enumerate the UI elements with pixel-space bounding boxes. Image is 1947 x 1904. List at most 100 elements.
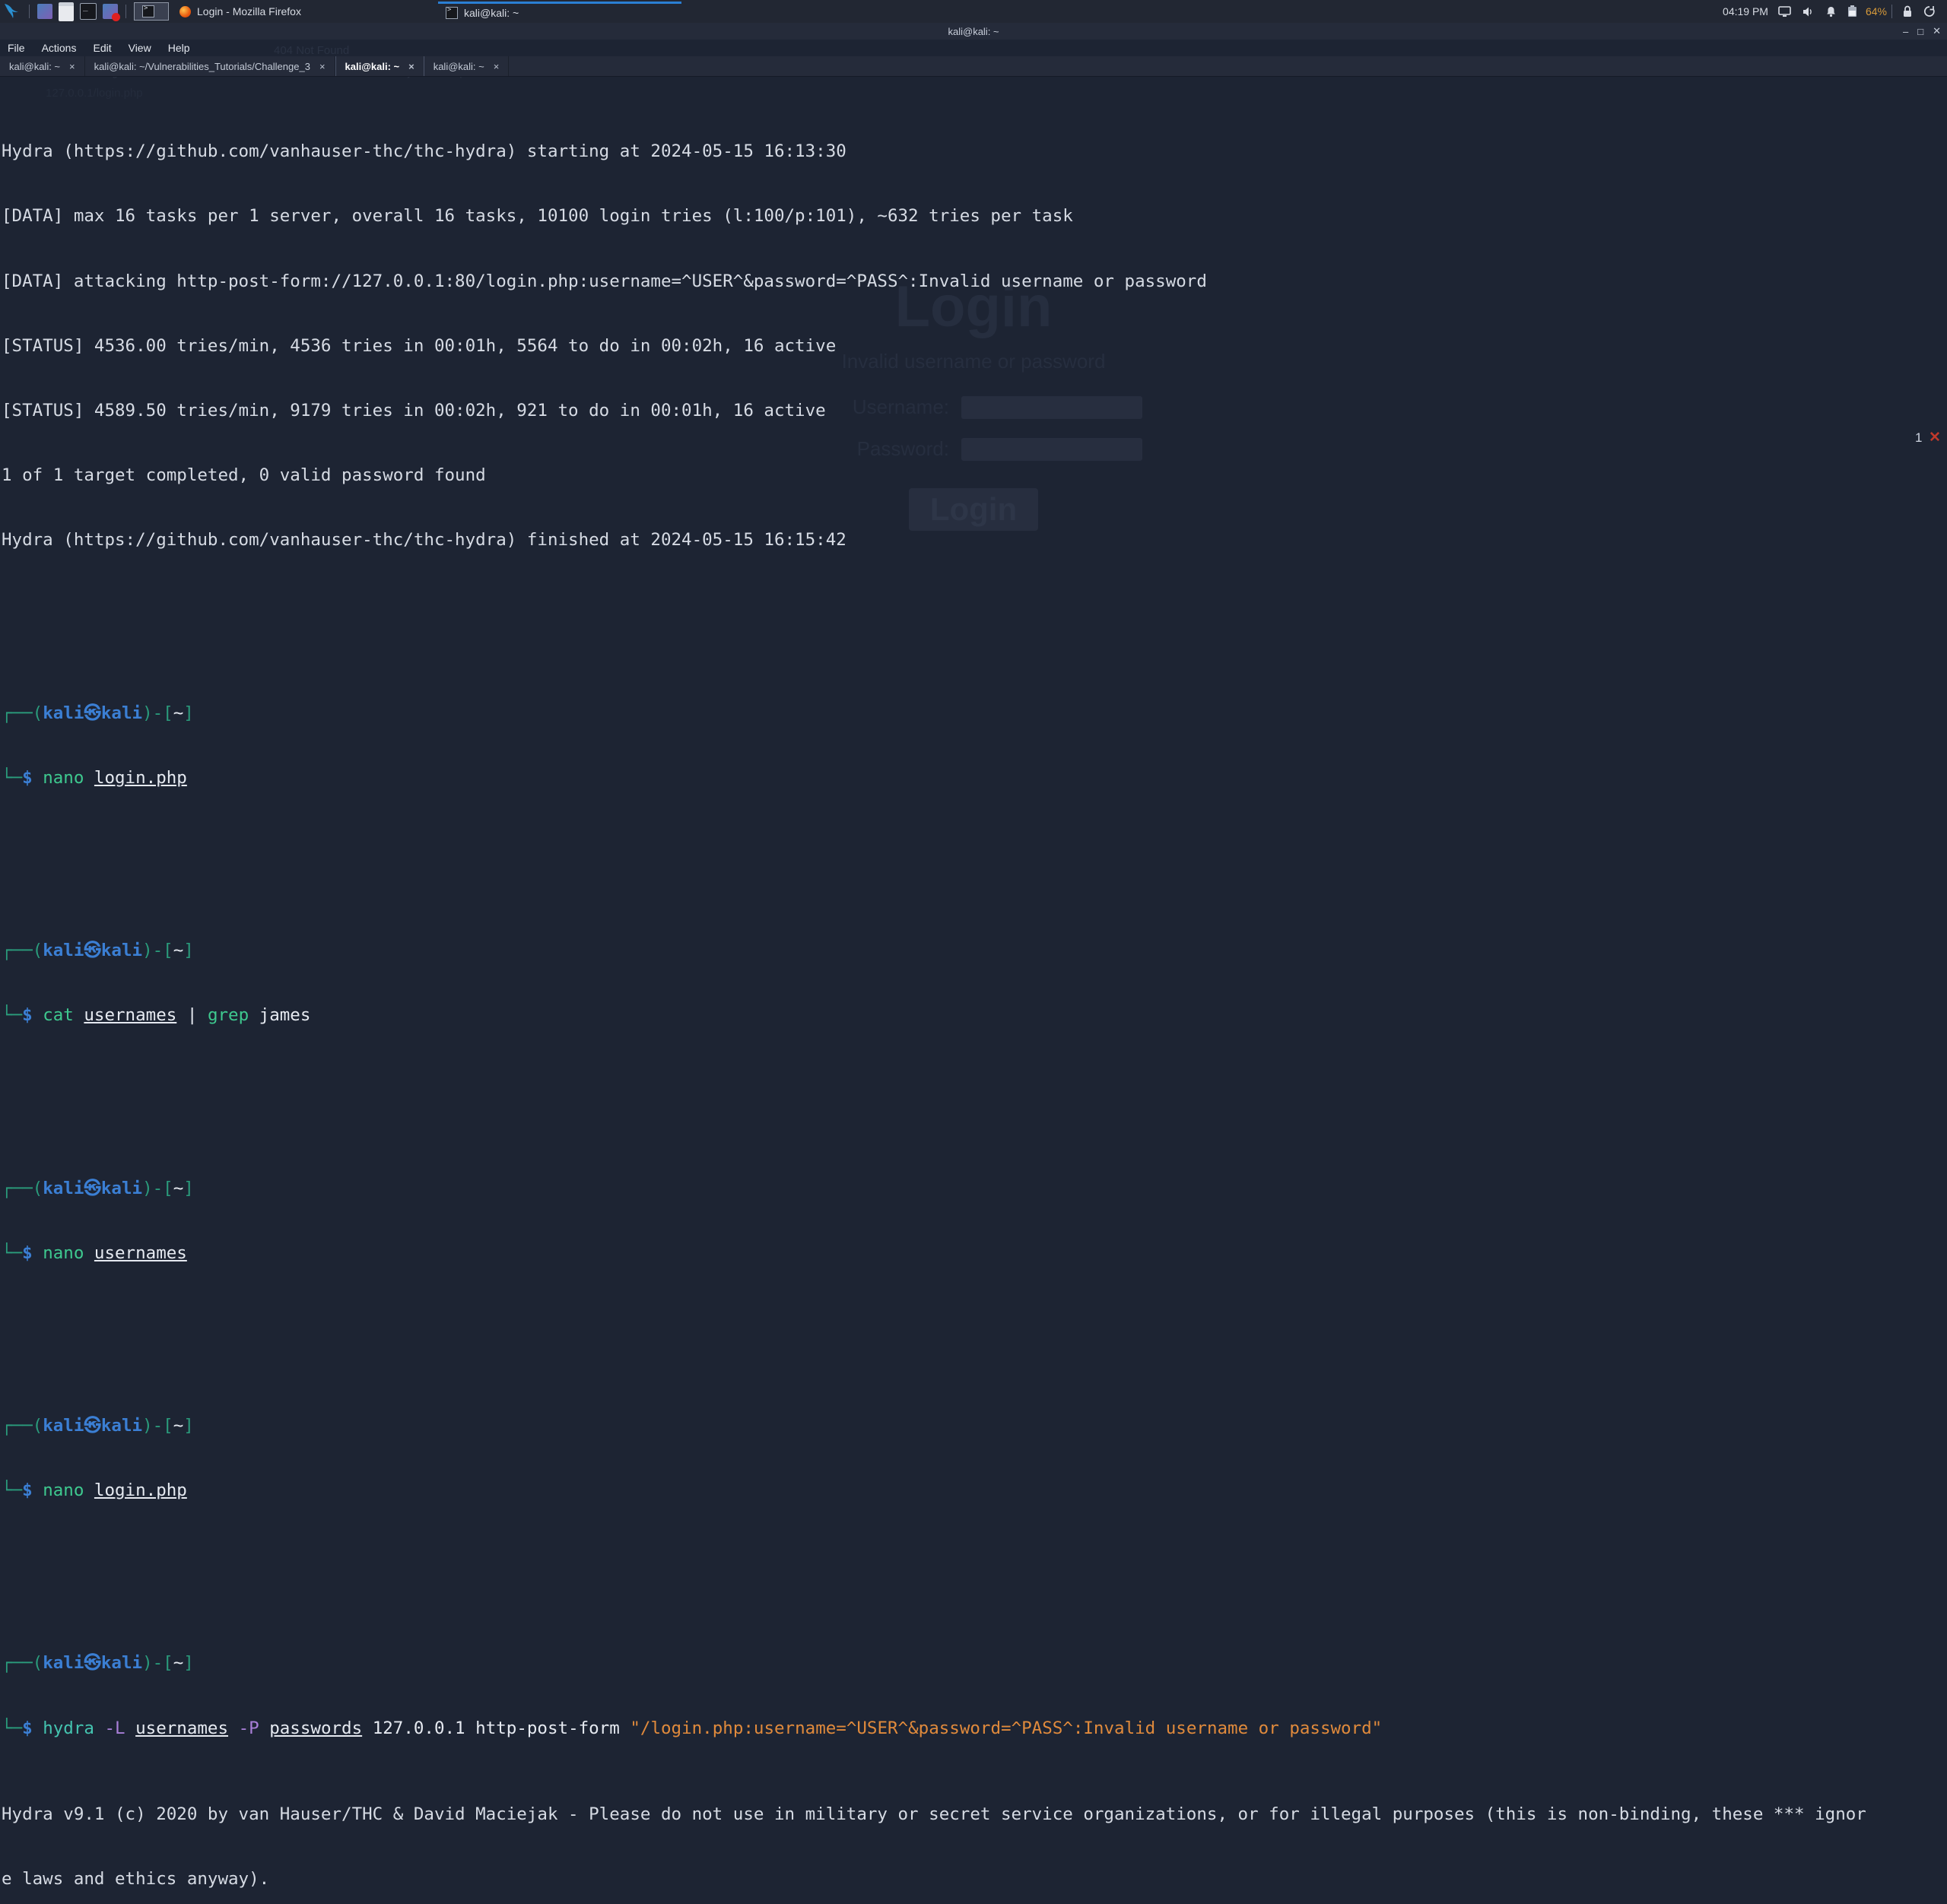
- command-line-hydra: └─$ hydra -L usernames -P passwords 127.…: [2, 1718, 1383, 1738]
- command-arg: usernames: [94, 1242, 187, 1263]
- tab-label: kali@kali: ~: [9, 60, 61, 72]
- command-name: cat: [43, 1005, 74, 1026]
- prompt-host: kali: [100, 1415, 143, 1436]
- taskbar-item-firefox[interactable]: Login - Mozilla Firefox: [172, 2, 438, 21]
- bell-icon[interactable]: [1825, 6, 1837, 17]
- prompt-user: kali: [43, 1653, 84, 1674]
- prompt-user: kali: [43, 703, 84, 723]
- output-line: Hydra (https://github.com/vanhauser-thc/…: [2, 530, 846, 551]
- panel-separator-2: [125, 5, 126, 18]
- prompt-line: ┌──(kali㉿kali)-[~]: [2, 1178, 194, 1198]
- prompt-cwd: ~: [173, 941, 184, 961]
- tray-separator: [1891, 5, 1892, 18]
- display-icon[interactable]: [1778, 5, 1791, 17]
- battery-icon[interactable]: [1847, 5, 1857, 17]
- clock[interactable]: 04:19 PM: [1723, 5, 1768, 17]
- taskbar-label: kali@kali: ~: [464, 6, 519, 19]
- username-file-arg: usernames: [135, 1718, 229, 1738]
- record-icon[interactable]: [103, 4, 120, 21]
- kali-menu-icon[interactable]: [2, 2, 21, 21]
- prompt-symbol: $: [22, 1242, 33, 1263]
- flag-L: -L: [104, 1718, 125, 1738]
- prompt-symbol: $: [22, 1005, 33, 1026]
- command-name: nano: [43, 1242, 84, 1263]
- panel-separator: [29, 5, 30, 18]
- menu-edit[interactable]: Edit: [93, 42, 111, 54]
- command-name: nano: [43, 767, 84, 788]
- prompt-cwd: ~: [173, 1653, 184, 1674]
- flag-P: -P: [238, 1718, 259, 1738]
- taskbar-item-terminal[interactable]: kali@kali: ~: [438, 1, 681, 22]
- desktop-panel: Login - Mozilla Firefox kali@kali: ~ 04:…: [0, 0, 1947, 23]
- prompt-line: ┌──(kali㉿kali)-[~]: [2, 1653, 194, 1674]
- terminal-tab-2[interactable]: kali@kali: ~/Vulnerabilities_Tutorials/C…: [85, 56, 335, 76]
- command-name: nano: [43, 1480, 84, 1501]
- tab-close-icon[interactable]: ×: [69, 61, 75, 72]
- terminal-window: kali@kali: ~ – □ ✕ 404 Not Found Kali Li…: [0, 23, 1947, 1889]
- terminal-tab-3[interactable]: kali@kali: ~ ×: [335, 56, 424, 76]
- prompt-line: ┌──(kali㉿kali)-[~]: [2, 703, 194, 723]
- command-line: └─$ nano login.php: [2, 767, 187, 788]
- prompt-cwd: ~: [173, 1415, 184, 1436]
- taskbar-label: Login - Mozilla Firefox: [197, 5, 301, 17]
- output-line: Hydra v9.1 (c) 2020 by van Hauser/THC & …: [2, 1804, 1866, 1825]
- command-name: hydra: [43, 1718, 94, 1738]
- prompt-cwd: ~: [173, 703, 184, 723]
- terminal-tab-1[interactable]: kali@kali: ~ ×: [0, 56, 85, 76]
- terminal-icon: [142, 5, 154, 17]
- command-line: └─$ nano usernames: [2, 1242, 187, 1263]
- close-button[interactable]: ✕: [1933, 25, 1941, 37]
- terminal-tab-bar: kali@kali: ~ × kali@kali: ~/Vulnerabilit…: [0, 56, 1947, 77]
- prompt-symbol: $: [22, 767, 33, 788]
- tab-label: kali@kali: ~/Vulnerabilities_Tutorials/C…: [94, 60, 310, 72]
- password-file-arg: passwords: [269, 1718, 363, 1738]
- command-arg-2: james: [259, 1005, 311, 1026]
- output-line: [STATUS] 4589.50 tries/min, 9179 tries i…: [2, 401, 826, 421]
- menu-view[interactable]: View: [129, 42, 151, 54]
- lock-icon[interactable]: [1902, 5, 1913, 17]
- output-line: Hydra (https://github.com/vanhauser-thc/…: [2, 141, 846, 162]
- minimize-button[interactable]: –: [1903, 26, 1908, 37]
- tab-close-icon[interactable]: ×: [494, 61, 500, 72]
- command-arg: usernames: [84, 1005, 177, 1026]
- terminal-tab-4[interactable]: kali@kali: ~ ×: [424, 56, 510, 76]
- folder-icon[interactable]: [59, 2, 74, 21]
- command-arg: login.php: [94, 767, 187, 788]
- battery-level: 64%: [1865, 5, 1887, 17]
- prompt-cwd: ~: [173, 1178, 184, 1198]
- command-line: └─$ cat usernames | grep james: [2, 1005, 311, 1026]
- output-line: 1 of 1 target completed, 0 valid passwor…: [2, 465, 486, 486]
- tab-close-icon[interactable]: ×: [319, 61, 326, 72]
- files-icon[interactable]: [37, 4, 52, 19]
- firefox-icon: [179, 5, 191, 17]
- menu-actions[interactable]: Actions: [42, 42, 77, 54]
- terminal-output[interactable]: Hydra (https://github.com/vanhauser-thc/…: [0, 76, 1947, 1889]
- prompt-host: kali: [100, 703, 143, 723]
- service-arg: http-post-form: [475, 1718, 620, 1738]
- prompt-line: ┌──(kali㉿kali)-[~]: [2, 1415, 194, 1436]
- output-line: [DATA] attacking http-post-form://127.0.…: [2, 271, 1207, 291]
- window-titlebar[interactable]: kali@kali: ~ – □ ✕: [0, 23, 1947, 40]
- tab-close-icon[interactable]: ×: [408, 61, 414, 72]
- terminal-icon[interactable]: [80, 2, 97, 20]
- form-string-arg: "/login.php:username=^USER^&password=^PA…: [630, 1718, 1383, 1738]
- maximize-button[interactable]: □: [1917, 26, 1923, 37]
- menu-file[interactable]: File: [8, 42, 25, 54]
- taskbar-item-terminal-active[interactable]: [134, 2, 169, 21]
- output-line: e laws and ethics anyway).: [2, 1869, 270, 1890]
- prompt-host: kali: [100, 1178, 143, 1198]
- logout-icon[interactable]: [1923, 5, 1936, 17]
- terminal-icon: [446, 6, 458, 19]
- output-line: [DATA] max 16 tasks per 1 server, overal…: [2, 206, 1073, 227]
- prompt-symbol: $: [22, 1718, 33, 1738]
- menu-help[interactable]: Help: [168, 42, 190, 54]
- window-title: kali@kali: ~: [948, 25, 999, 37]
- command-line: └─$ nano login.php: [2, 1480, 187, 1501]
- volume-icon[interactable]: [1802, 6, 1815, 17]
- prompt-host: kali: [100, 941, 143, 961]
